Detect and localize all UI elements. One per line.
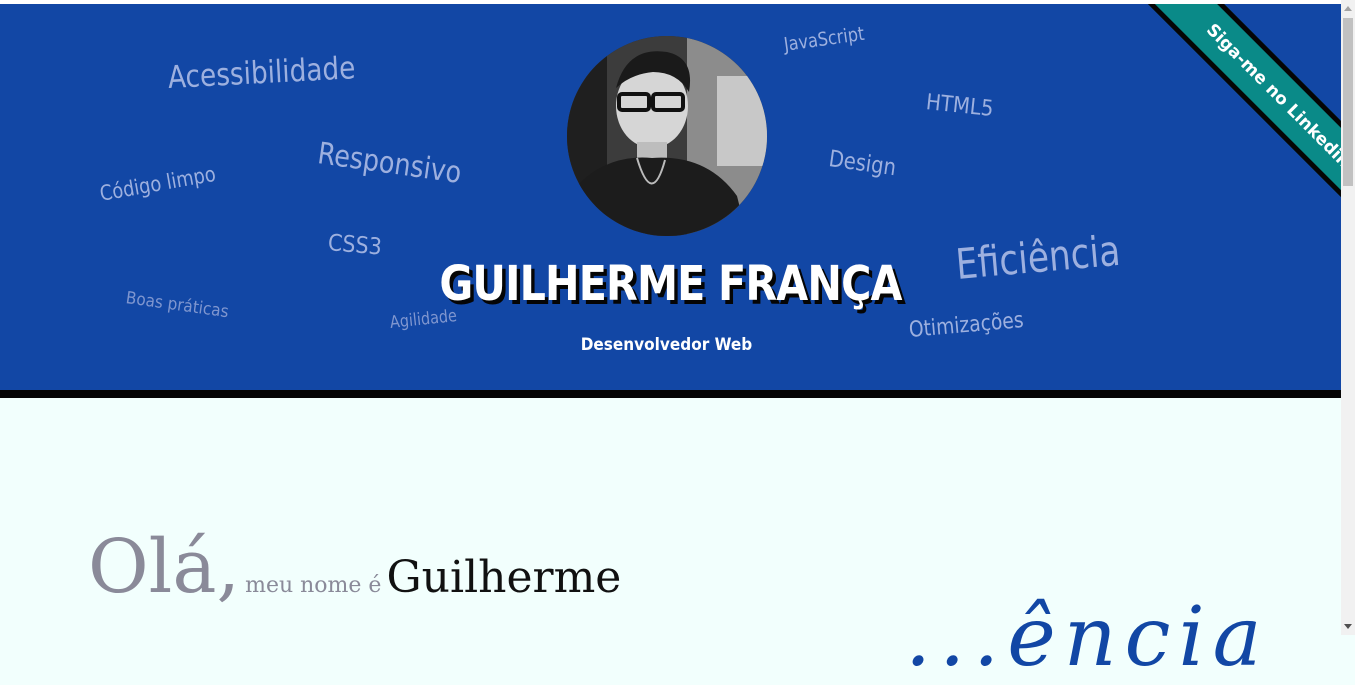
partial-heading: ...ência bbox=[905, 590, 1270, 685]
job-title: Desenvolvedor Web bbox=[580, 335, 753, 355]
arrow-down-icon[interactable] bbox=[1344, 624, 1352, 629]
tag-codigo-limpo: Código limpo bbox=[97, 161, 218, 206]
tag-responsivo: Responsivo bbox=[315, 136, 464, 191]
greeting-word: Olá, bbox=[88, 524, 240, 610]
arrow-up-icon[interactable] bbox=[1344, 6, 1352, 11]
greeting-middle: meu nome é bbox=[245, 573, 382, 598]
page-title: GUILHERME FRANÇA bbox=[439, 256, 902, 312]
greeting-name: Guilherme bbox=[386, 552, 622, 603]
tag-javascript: JavaScript bbox=[782, 22, 866, 56]
tag-design: Design bbox=[827, 146, 898, 182]
profile-photo-illustration bbox=[567, 36, 767, 236]
linkedin-ribbon-container: Siga-me no Linkedin bbox=[1101, 4, 1341, 244]
linkedin-ribbon-link[interactable]: Siga-me no Linkedin bbox=[1145, 4, 1341, 229]
intro-greeting: Olá, meu nome é Guilherme bbox=[88, 524, 621, 610]
tag-html5: HTML5 bbox=[924, 90, 995, 123]
profile-photo bbox=[567, 36, 767, 236]
vertical-scrollbar[interactable] bbox=[1341, 0, 1355, 635]
hero-bottom-border bbox=[0, 390, 1341, 398]
hero-header: Acessibilidade Responsivo Código limpo C… bbox=[0, 4, 1341, 390]
scrollbar-thumb[interactable] bbox=[1343, 18, 1353, 186]
tag-acessibilidade: Acessibilidade bbox=[167, 50, 357, 96]
